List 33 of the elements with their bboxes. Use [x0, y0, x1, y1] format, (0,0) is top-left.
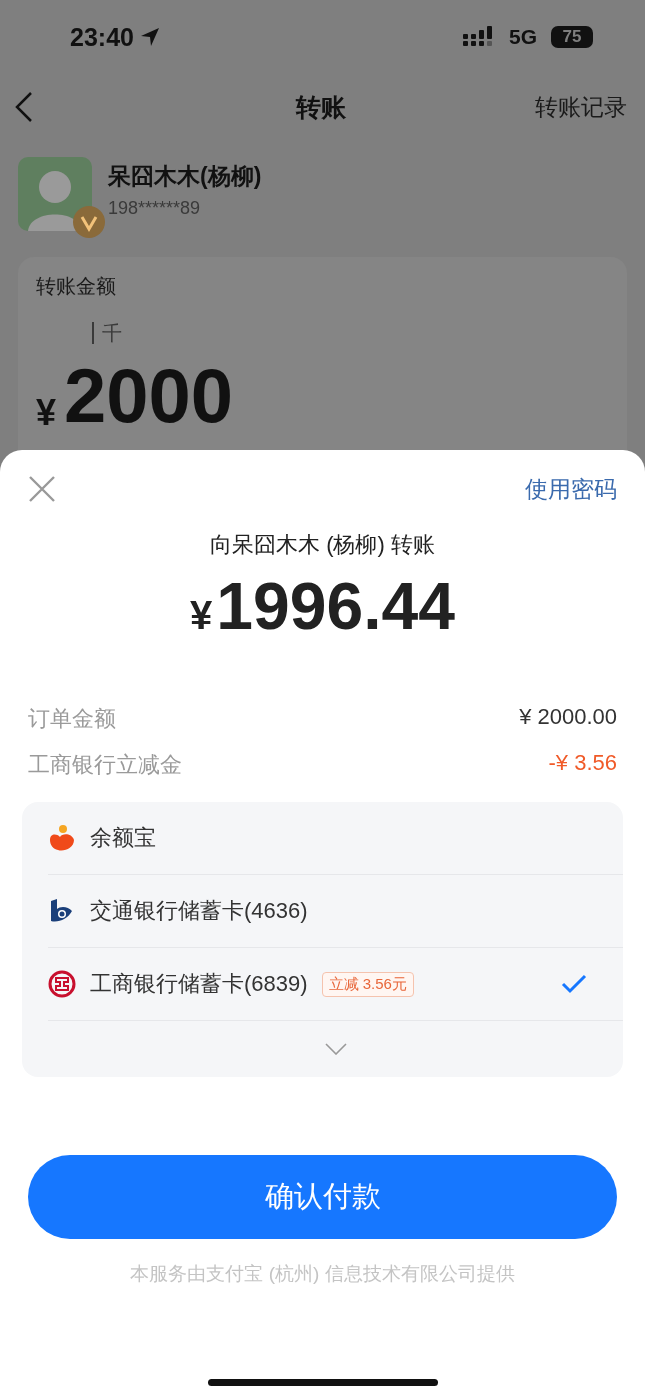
line-label: 工商银行立减金 [28, 751, 182, 779]
amount-label: 转账金额 [36, 274, 117, 299]
use-password-button[interactable]: 使用密码 [525, 473, 617, 505]
line-label: 订单金额 [28, 705, 116, 733]
discount-tag: 立减 3.56元 [321, 971, 414, 997]
payee-phone: 198******89 [108, 198, 202, 220]
amount-input[interactable]: 2000 [64, 358, 234, 434]
badge-icon [72, 205, 106, 240]
unit-hint: 千 [92, 322, 122, 344]
payment-method[interactable]: 工商银行储蓄卡(6839) [90, 969, 308, 999]
line-value: ¥ 2000.00 [519, 704, 617, 731]
payee-name: 呆囧木木(杨柳) [108, 162, 262, 192]
transfer-history-link[interactable]: 转账记录 [535, 91, 627, 123]
payment-row[interactable]: 余额宝 [48, 802, 623, 875]
clock-time: 23:40 [70, 22, 134, 52]
payment-row[interactable]: 交通银行储蓄卡(4636) [48, 875, 623, 948]
payment-method[interactable]: 余额宝 [90, 823, 156, 853]
sheet-title: 向呆囧木木 (杨柳) 转账 [209, 531, 436, 559]
network-label: 5G [509, 25, 537, 50]
bank-logo-icon [48, 970, 76, 998]
payment-method[interactable]: 交通银行储蓄卡(4636) [90, 896, 308, 926]
payment-amount: 1996.44 [216, 568, 455, 644]
chevron-down-icon[interactable] [324, 1043, 347, 1055]
currency-sign: ¥ [36, 392, 57, 434]
close-button[interactable] [28, 475, 56, 503]
back-icon[interactable] [14, 91, 34, 124]
battery-level: 75 [551, 26, 593, 49]
page-title: 转账 [295, 91, 346, 123]
currency-sign: ¥ [190, 593, 213, 638]
location-arrow-icon [139, 27, 160, 48]
provider-note: 本服务由支付宝 (杭州) 信息技术有限公司提供 [129, 1262, 516, 1286]
confirm-payment-button[interactable]: 确认付款 [28, 1155, 617, 1239]
line-value: -¥ 3.56 [548, 750, 617, 777]
